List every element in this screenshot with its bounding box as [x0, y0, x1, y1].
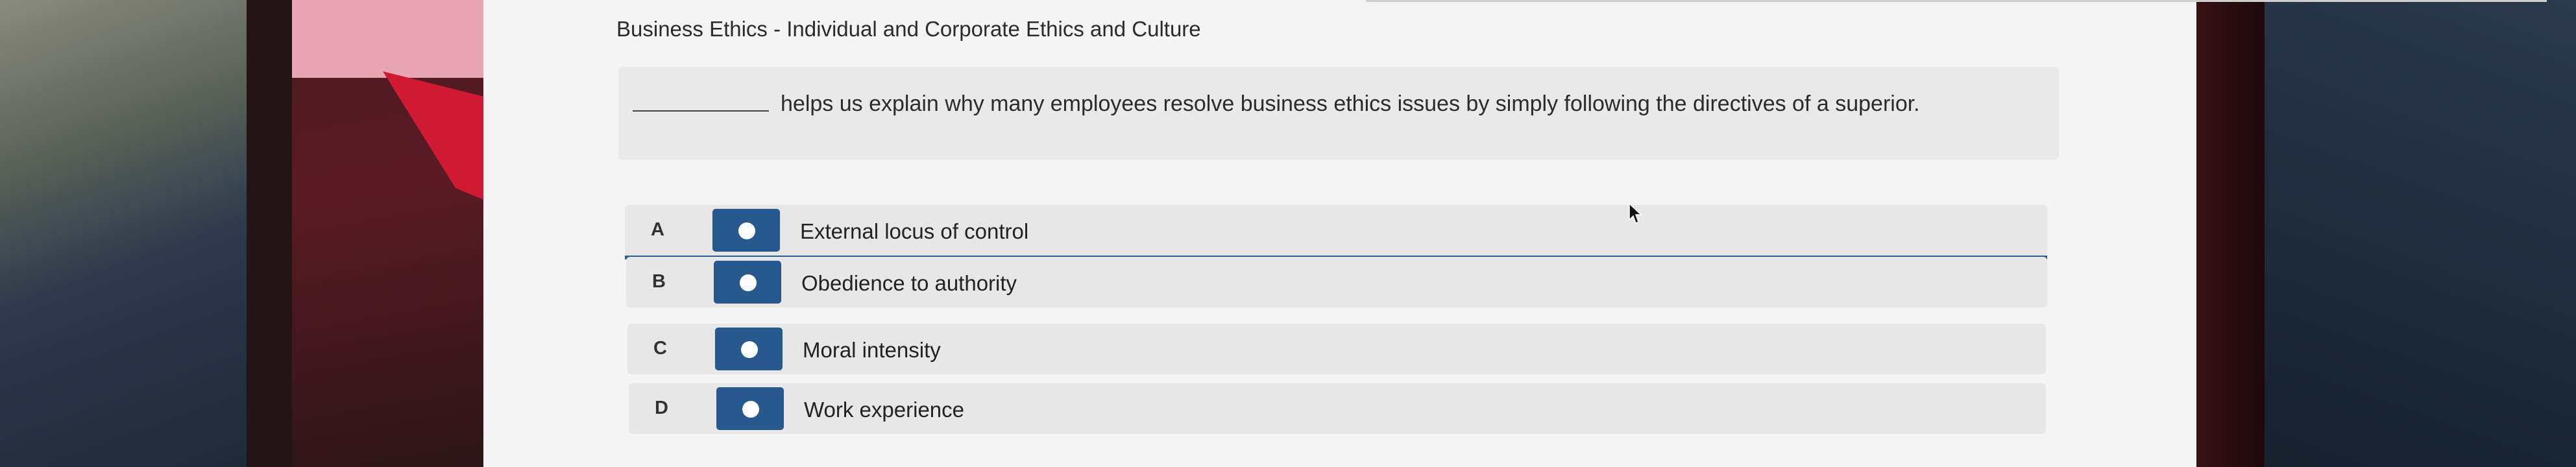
wallpaper-highlight [292, 0, 487, 78]
background-right [2252, 0, 2576, 467]
question-text: helps us explain why many employees reso… [781, 91, 1920, 116]
question-blank [633, 110, 769, 112]
option-b-radio-button[interactable] [714, 261, 781, 304]
option-letter: A [651, 219, 664, 240]
quiz-page: Business Ethics - Individual and Corpora… [483, 0, 2547, 467]
breadcrumb: Business Ethics - Individual and Corpora… [616, 17, 1201, 41]
option-label: External locus of control [800, 219, 1029, 243]
option-letter: B [652, 271, 666, 292]
option-b[interactable]: B Obedience to authority [626, 257, 2047, 307]
option-letter: D [655, 398, 668, 418]
option-d-radio-button[interactable] [716, 387, 784, 430]
option-d[interactable]: D Work experience [629, 383, 2046, 434]
option-c-radio-button[interactable] [715, 328, 783, 370]
option-a[interactable]: A External locus of control [625, 205, 2047, 259]
option-letter: C [653, 338, 667, 359]
background-left [0, 0, 273, 467]
monitor-bezel-right [2193, 0, 2265, 467]
mouse-pointer-icon [1629, 202, 1643, 228]
option-c[interactable]: C Moral intensity [627, 324, 2046, 374]
question-card: helps us explain why many employees reso… [618, 67, 2059, 160]
option-label: Obedience to authority [801, 271, 1017, 295]
option-label: Work experience [804, 398, 965, 422]
option-label: Moral intensity [803, 338, 941, 362]
header-divider [1366, 0, 2547, 2]
option-a-radio-button[interactable] [712, 209, 780, 252]
